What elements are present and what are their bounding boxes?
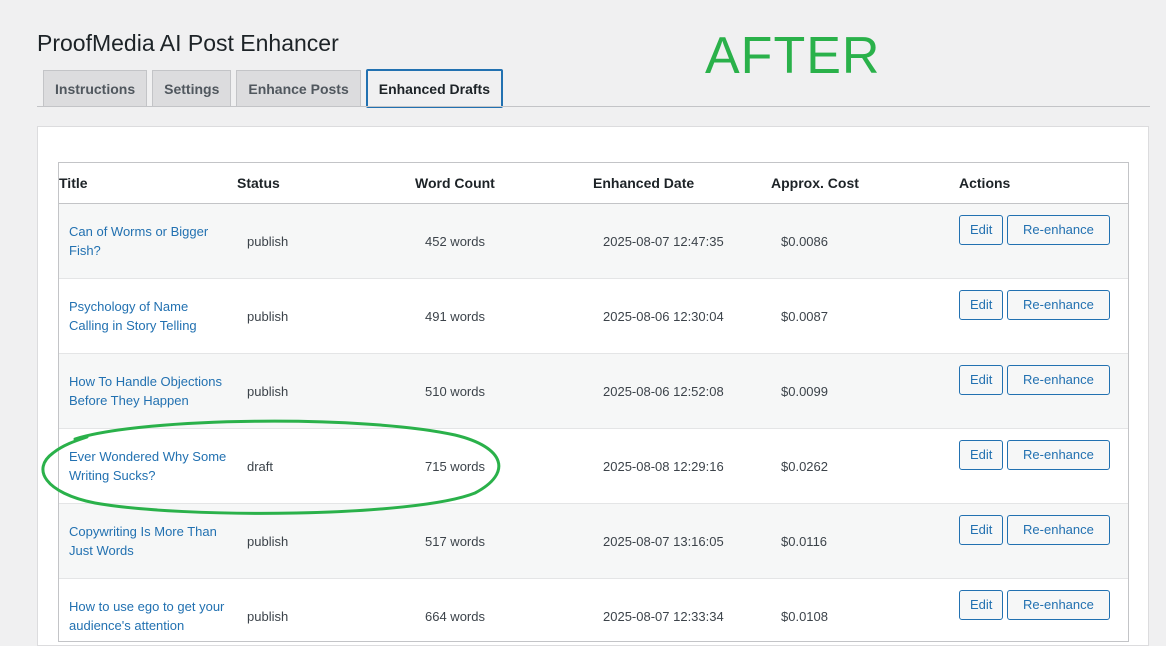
post-cost: $0.0087 xyxy=(781,308,828,324)
edit-button[interactable]: Edit xyxy=(959,290,1004,320)
re-enhance-button[interactable]: Re-enhance xyxy=(1007,440,1110,470)
post-enhanced-date: 2025-08-07 12:33:34 xyxy=(603,608,724,624)
edit-button[interactable]: Edit xyxy=(959,440,1004,470)
post-status: publish xyxy=(247,233,289,249)
post-word-count: 517 words xyxy=(425,533,485,549)
header-approx-cost[interactable]: Approx. Cost xyxy=(771,163,959,204)
post-word-count: 664 words xyxy=(425,608,485,624)
post-word-count: 510 words xyxy=(425,383,485,399)
post-title-link[interactable]: Psychology of Name Calling in Story Tell… xyxy=(59,297,237,335)
post-enhanced-date: 2025-08-07 13:16:05 xyxy=(603,533,724,549)
table-row: How To Handle Objections Before They Hap… xyxy=(59,353,1128,429)
tab-enhance-posts[interactable]: Enhance Posts xyxy=(236,70,361,107)
tab-settings[interactable]: Settings xyxy=(152,70,232,107)
header-enhanced-date[interactable]: Enhanced Date xyxy=(593,163,771,204)
table-row: Psychology of Name Calling in Story Tell… xyxy=(59,278,1128,354)
header-status[interactable]: Status xyxy=(237,163,415,204)
post-status: publish xyxy=(247,308,289,324)
post-word-count: 715 words xyxy=(425,458,485,474)
post-enhanced-date: 2025-08-06 12:30:04 xyxy=(603,308,724,324)
table-row: How to use ego to get your audience's at… xyxy=(59,578,1128,641)
table-row: Copywriting Is More Than Just Words publ… xyxy=(59,503,1128,579)
post-title-link[interactable]: How to use ego to get your audience's at… xyxy=(59,597,237,635)
edit-button[interactable]: Edit xyxy=(959,590,1004,620)
header-title[interactable]: Title xyxy=(59,163,237,204)
after-annotation-label: AFTER xyxy=(705,27,881,85)
post-title-link[interactable]: How To Handle Objections Before They Hap… xyxy=(59,372,237,410)
tab-bar: Instructions Settings Enhance Posts Enha… xyxy=(43,69,503,108)
re-enhance-button[interactable]: Re-enhance xyxy=(1007,590,1110,620)
page-title: ProofMedia AI Post Enhancer xyxy=(37,30,339,56)
table-header-row: Title Status Word Count Enhanced Date Ap… xyxy=(59,163,1128,204)
header-actions: Actions xyxy=(959,163,1128,204)
post-status: publish xyxy=(247,608,289,624)
post-cost: $0.0116 xyxy=(781,533,828,549)
edit-button[interactable]: Edit xyxy=(959,365,1004,395)
post-title-link[interactable]: Ever Wondered Why Some Writing Sucks? xyxy=(59,447,237,485)
post-status: draft xyxy=(247,458,274,474)
post-enhanced-date: 2025-08-08 12:29:16 xyxy=(603,458,724,474)
re-enhance-button[interactable]: Re-enhance xyxy=(1007,365,1110,395)
re-enhance-button[interactable]: Re-enhance xyxy=(1007,515,1110,545)
edit-button[interactable]: Edit xyxy=(959,215,1004,245)
post-word-count: 491 words xyxy=(425,308,485,324)
post-status: publish xyxy=(247,533,289,549)
edit-button[interactable]: Edit xyxy=(959,515,1004,545)
post-word-count: 452 words xyxy=(425,233,485,249)
table-row: Ever Wondered Why Some Writing Sucks? dr… xyxy=(59,428,1128,504)
tab-enhanced-drafts[interactable]: Enhanced Drafts xyxy=(365,69,503,108)
post-cost: $0.0099 xyxy=(781,383,828,399)
header-word-count[interactable]: Word Count xyxy=(415,163,593,204)
post-cost: $0.0108 xyxy=(781,608,828,624)
post-status: publish xyxy=(247,383,289,399)
post-enhanced-date: 2025-08-07 12:47:35 xyxy=(603,233,724,249)
post-title-link[interactable]: Copywriting Is More Than Just Words xyxy=(59,522,237,560)
post-title-link[interactable]: Can of Worms or Bigger Fish? xyxy=(59,222,237,260)
re-enhance-button[interactable]: Re-enhance xyxy=(1007,215,1110,245)
enhanced-drafts-table: Title Status Word Count Enhanced Date Ap… xyxy=(58,162,1129,642)
post-cost: $0.0086 xyxy=(781,233,828,249)
tab-instructions[interactable]: Instructions xyxy=(43,70,148,107)
tabs-divider xyxy=(37,106,1150,107)
post-enhanced-date: 2025-08-06 12:52:08 xyxy=(603,383,724,399)
re-enhance-button[interactable]: Re-enhance xyxy=(1007,290,1110,320)
post-cost: $0.0262 xyxy=(781,458,828,474)
table-row: Can of Worms or Bigger Fish? publish 452… xyxy=(59,203,1128,279)
